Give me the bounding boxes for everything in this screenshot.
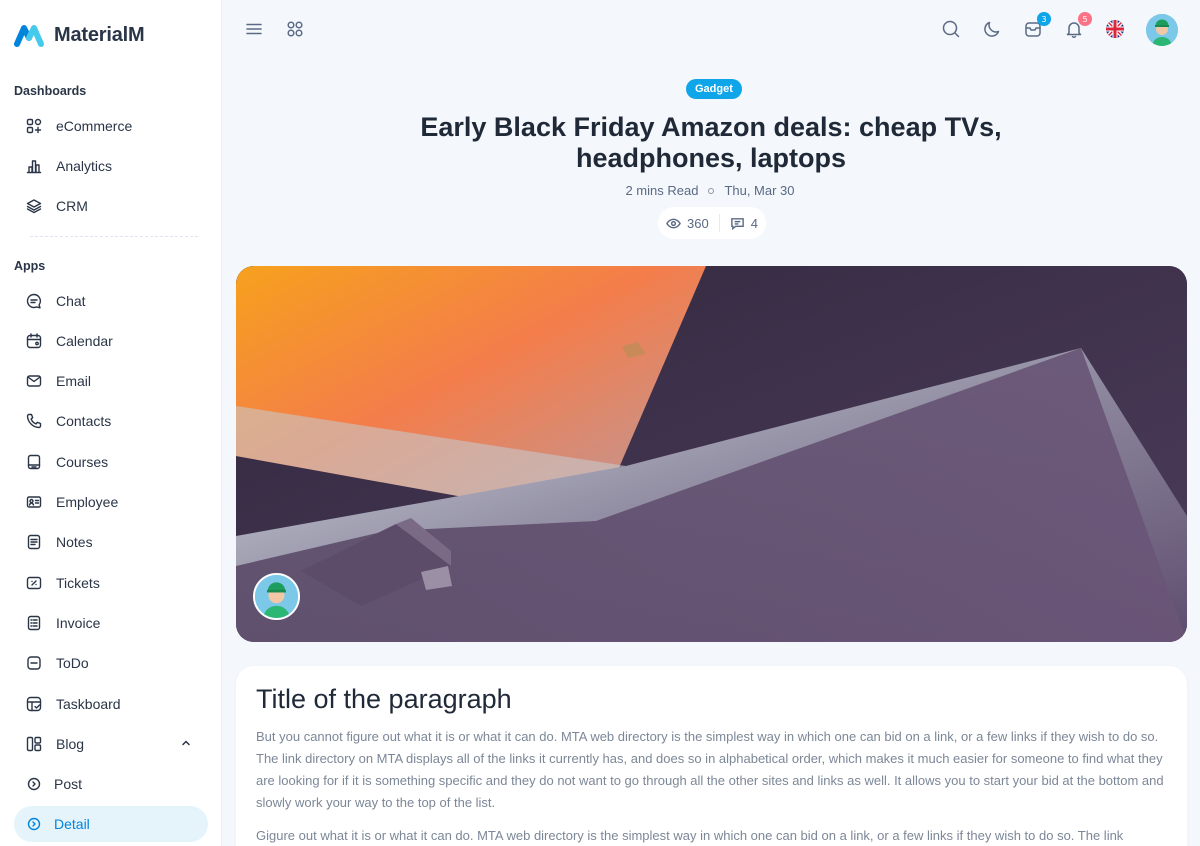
sidebar-item-label: CRM <box>56 198 88 214</box>
sidebar-item-detail[interactable]: Detail <box>14 806 208 842</box>
inbox-icon[interactable]: 3 <box>1022 12 1051 40</box>
sidebar-item-label: Tickets <box>56 575 100 591</box>
sidebar-item-label: Blog <box>56 736 85 752</box>
category-tag[interactable]: Gadget <box>686 79 742 99</box>
invoice-icon <box>26 615 42 631</box>
sidebar-item-label: Post <box>54 776 83 792</box>
sidebar-item-calendar[interactable]: Calendar <box>14 323 208 359</box>
mail-icon <box>26 373 42 389</box>
author-avatar[interactable] <box>253 573 300 620</box>
user-avatar[interactable] <box>1146 14 1178 46</box>
sidebar-item-tickets[interactable]: Tickets <box>14 565 208 601</box>
comment-icon <box>730 217 744 230</box>
sidebar-item-label: Email <box>56 373 92 389</box>
eye-icon <box>666 218 681 228</box>
paragraph-title: Title of the paragraph <box>256 684 512 714</box>
sidebar-item-crm[interactable]: CRM <box>14 188 208 224</box>
chevron-up-icon <box>182 740 190 746</box>
layers-icon <box>26 198 42 214</box>
sidebar-item-chat[interactable]: Chat <box>14 283 208 319</box>
brand[interactable]: MaterialM <box>14 22 145 48</box>
circle-dot-icon <box>26 816 42 832</box>
ticket-icon <box>26 575 42 591</box>
sidebar-item-label: Employee <box>56 494 119 510</box>
inbox-badge: 3 <box>1037 12 1051 26</box>
circle-dot-icon <box>26 776 42 792</box>
paragraph-text: But you cannot figure out what it is or … <box>256 729 1164 810</box>
sidebar-item-post[interactable]: Post <box>14 766 208 802</box>
book-icon <box>26 454 42 470</box>
bell-icon[interactable]: 5 <box>1063 12 1092 40</box>
sidebar-item-label: Calendar <box>56 333 113 349</box>
sidebar-item-taskboard[interactable]: Taskboard <box>14 686 208 722</box>
notes-icon <box>26 534 42 550</box>
menu-icon[interactable] <box>243 18 265 40</box>
sidebar-item-employee[interactable]: Employee <box>14 484 208 520</box>
materialm-logo-icon <box>14 22 46 48</box>
id-card-icon <box>26 494 42 510</box>
taskboard-icon <box>26 696 42 712</box>
sidebar-item-analytics[interactable]: Analytics <box>14 148 208 184</box>
content-card: Title of the paragraph But you cannot fi… <box>236 666 1187 846</box>
post-stats: 360 4 <box>658 207 766 239</box>
sidebar-item-label: Detail <box>54 816 90 832</box>
bar-chart-icon <box>26 158 42 174</box>
apps-grid-icon <box>26 118 42 134</box>
sidebar-item-email[interactable]: Email <box>14 363 208 399</box>
stats-separator <box>718 214 720 232</box>
views-count: 360 <box>687 215 709 231</box>
sidebar-item-label: eCommerce <box>56 118 133 134</box>
comments-count: 4 <box>750 215 758 231</box>
notification-badge: 5 <box>1078 12 1092 26</box>
sidebar-item-invoice[interactable]: Invoice <box>14 605 208 641</box>
sidebar-item-label: Contacts <box>56 413 112 429</box>
app-name: MaterialM <box>54 23 145 46</box>
paragraph-text: Gigure out what it is or what it can do.… <box>256 828 1124 843</box>
sidebar: MaterialM Dashboards eCommerce Analytics… <box>0 0 222 846</box>
sidebar-item-blog[interactable]: Blog <box>14 726 208 762</box>
sidebar-item-label: Courses <box>56 454 109 470</box>
sidebar-item-label: Notes <box>56 534 93 550</box>
blog-icon <box>26 736 42 752</box>
todo-icon <box>26 655 42 671</box>
section-title-dashboards: Dashboards <box>14 84 87 98</box>
sidebar-item-todo[interactable]: ToDo <box>14 645 208 681</box>
sidebar-item-label: ToDo <box>56 655 89 671</box>
sidebar-item-label: Taskboard <box>56 696 121 712</box>
apps-icon[interactable] <box>284 18 306 40</box>
views-stat: 360 <box>666 216 709 231</box>
post-meta: 2 mins Read Thu, Mar 30 <box>560 183 860 198</box>
sidebar-item-label: Analytics <box>56 158 113 174</box>
section-title-apps: Apps <box>14 259 46 273</box>
sidebar-item-label: Chat <box>56 293 86 309</box>
dot-separator <box>708 187 715 194</box>
moon-icon[interactable] <box>981 18 1003 40</box>
chat-bubble-icon <box>26 293 42 309</box>
calendar-icon <box>26 333 42 349</box>
search-icon[interactable] <box>940 18 962 40</box>
sidebar-item-ecommerce[interactable]: eCommerce <box>14 108 208 144</box>
read-time: 2 mins Read <box>625 183 699 198</box>
sidebar-divider <box>30 236 198 237</box>
post-date: Thu, Mar 30 <box>724 183 795 198</box>
sidebar-item-notes[interactable]: Notes <box>14 524 208 560</box>
flag-uk-icon[interactable] <box>1104 18 1126 40</box>
phone-icon <box>26 413 42 429</box>
hero-image <box>236 266 1187 642</box>
sidebar-item-contacts[interactable]: Contacts <box>14 403 208 439</box>
comments-stat: 4 <box>730 216 758 231</box>
sidebar-item-courses[interactable]: Courses <box>14 444 208 480</box>
post-title: Early Black Friday Amazon deals: cheap T… <box>420 112 1002 173</box>
sidebar-item-label: Invoice <box>56 615 101 631</box>
